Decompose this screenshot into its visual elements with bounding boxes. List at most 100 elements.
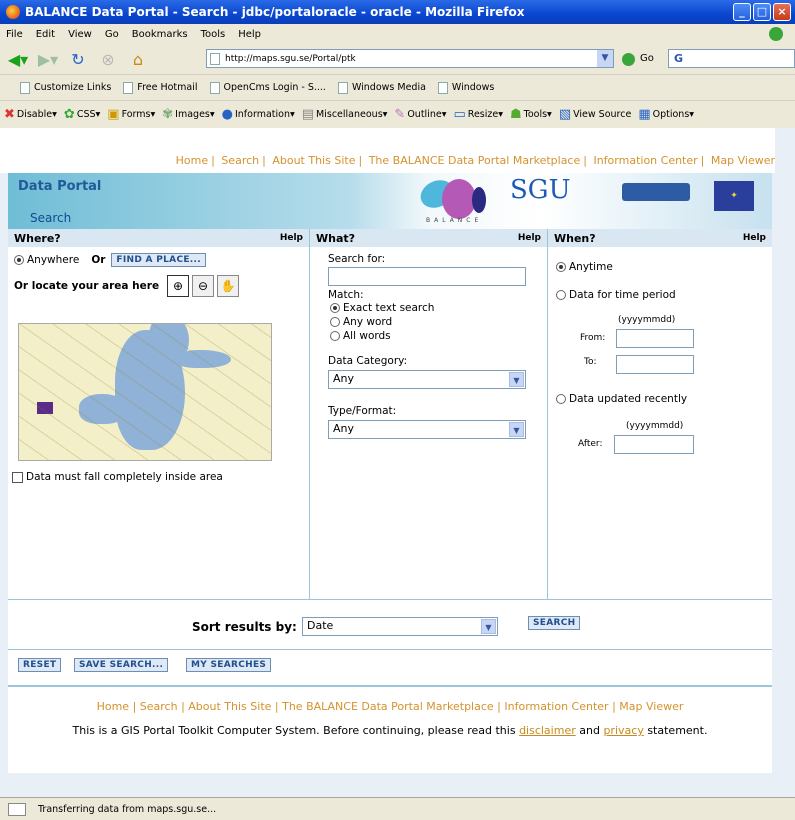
bookmark-windows-media[interactable]: Windows Media	[337, 81, 426, 94]
dev-outline[interactable]: ✎ Outline▾	[394, 107, 446, 122]
bookmark-customize-links[interactable]: Customize Links	[20, 81, 111, 94]
url-dropdown-icon[interactable]: ▼	[597, 50, 613, 67]
type-format-label: Type/Format:	[328, 405, 397, 417]
bookmark-free-hotmail[interactable]: Free Hotmail	[123, 81, 198, 94]
footer-link-home[interactable]: Home	[97, 700, 129, 713]
zoom-out-icon[interactable]: ⊖	[192, 275, 215, 297]
data-category-label: Data Category:	[328, 355, 408, 367]
menu-go[interactable]: Go	[105, 29, 119, 40]
reset-button[interactable]: RESET	[18, 658, 62, 672]
my-searches-button[interactable]: MY SEARCHES	[186, 658, 272, 672]
eu-flag-icon: ✦	[714, 181, 754, 211]
reload-icon[interactable]: ↻	[66, 48, 90, 70]
dev-options[interactable]: ▦ Options▾	[638, 107, 694, 122]
footer-link-information-center[interactable]: Information Center	[504, 700, 608, 713]
menu-file[interactable]: File	[6, 29, 23, 40]
match-all-radio[interactable]	[330, 331, 340, 341]
dev-forms[interactable]: ▣ Forms▾	[107, 107, 155, 122]
where-help-link[interactable]: Help	[280, 233, 303, 243]
footer-links: Home | Search | About This Site | The BA…	[96, 700, 684, 713]
menu-bookmarks[interactable]: Bookmarks	[132, 29, 188, 40]
area-map[interactable]	[18, 323, 272, 461]
maximize-button[interactable]: □	[753, 3, 771, 21]
anywhere-radio[interactable]	[14, 255, 24, 265]
close-button[interactable]: ×	[773, 3, 791, 21]
to-date-input[interactable]	[616, 355, 694, 374]
home-icon[interactable]: ⌂	[126, 48, 150, 70]
when-header: When? Help	[548, 229, 772, 247]
from-date-input[interactable]	[616, 329, 694, 348]
minimize-button[interactable]: _	[733, 3, 751, 21]
privacy-link[interactable]: privacy	[603, 724, 643, 737]
dev-images[interactable]: ✾ Images▾	[162, 107, 214, 122]
when-help-link[interactable]: Help	[743, 233, 766, 243]
miscellaneous-icon: ▤	[301, 107, 315, 122]
page-icon	[20, 81, 30, 94]
bookmark-opencms-login[interactable]: OpenCms Login - S....	[209, 81, 326, 94]
site-banner: Data Portal Search BALANCE SGU ✦	[8, 173, 772, 229]
url-bar[interactable]: http://maps.sgu.se/Portal/ptk ▼	[206, 49, 614, 68]
after-date-input[interactable]	[614, 435, 694, 454]
match-exact-radio[interactable]	[330, 303, 340, 313]
forms-icon: ▣	[107, 107, 120, 122]
menu-help[interactable]: Help	[238, 29, 261, 40]
balance-logo: BALANCE	[412, 175, 498, 227]
updated-recently-radio[interactable]	[556, 394, 566, 404]
web-developer-toolbar: ✖ Disable▾ ✿ CSS▾ ▣ Forms▾ ✾ Images▾ ● Inform…	[0, 100, 795, 128]
footer-link-map-viewer[interactable]: Map Viewer	[619, 700, 683, 713]
page-icon	[337, 81, 348, 94]
find-a-place-button[interactable]: FIND A PLACE...	[111, 253, 206, 267]
page-icon	[437, 81, 448, 94]
top-link-map-viewer[interactable]: Map Viewer	[711, 154, 775, 167]
top-link-information-center[interactable]: Information Center	[593, 154, 697, 167]
save-search-button[interactable]: SAVE SEARCH...	[74, 658, 169, 672]
dev-information[interactable]: ● Information▾	[222, 107, 295, 122]
what-title: What?	[316, 231, 356, 245]
stop-icon[interactable]: ⊗	[96, 48, 120, 70]
banner-title: Data Portal	[18, 179, 102, 194]
menu-edit[interactable]: Edit	[36, 29, 55, 40]
dev-tools[interactable]: ☗ Tools▾	[510, 107, 552, 122]
disable-icon: ✖	[4, 107, 15, 122]
data-category-select[interactable]: Any ▼	[328, 370, 526, 389]
anywhere-label: Anywhere	[27, 254, 80, 266]
window-title-bar: BALANCE Data Portal - Search - jdbc/port…	[0, 0, 795, 24]
top-link-marketplace[interactable]: The BALANCE Data Portal Marketplace	[369, 154, 581, 167]
or-label: Or	[91, 254, 106, 266]
search-for-input[interactable]	[328, 267, 526, 286]
sort-bar: Sort results by: Date ▼ SEARCH	[8, 599, 772, 649]
google-search-box[interactable]: G	[668, 49, 795, 68]
inside-area-checkbox[interactable]	[12, 471, 23, 483]
url-text: http://maps.sgu.se/Portal/ptk	[225, 53, 356, 64]
top-link-home[interactable]: Home	[176, 154, 208, 167]
anytime-radio[interactable]	[556, 262, 566, 272]
menu-view[interactable]: View	[68, 29, 92, 40]
top-nav-area: Home | Search | About This Site | The BALAN…	[0, 128, 775, 173]
dev-disable[interactable]: ✖ Disable▾	[4, 107, 57, 122]
back-arrow-icon[interactable]: ◀▾	[6, 48, 30, 70]
go-label[interactable]: Go	[640, 53, 654, 64]
top-link-search[interactable]: Search	[221, 154, 259, 167]
menu-tools[interactable]: Tools	[201, 29, 226, 40]
search-button[interactable]: SEARCH	[528, 616, 581, 630]
what-help-link[interactable]: Help	[518, 233, 541, 243]
footer-link-about[interactable]: About This Site	[188, 700, 271, 713]
pan-hand-icon[interactable]: ✋	[217, 275, 240, 297]
top-link-about[interactable]: About This Site	[272, 154, 355, 167]
zoom-in-icon[interactable]: ⊕	[167, 275, 190, 297]
type-format-select[interactable]: Any ▼	[328, 420, 526, 439]
go-icon[interactable]	[622, 53, 635, 66]
disclaimer-link[interactable]: disclaimer	[519, 724, 576, 737]
dev-css[interactable]: ✿ CSS▾	[64, 107, 100, 122]
sort-select[interactable]: Date ▼	[302, 617, 498, 636]
forward-arrow-icon[interactable]: ▶▾	[36, 48, 60, 70]
dev-resize[interactable]: ▭ Resize▾	[453, 107, 503, 122]
footer-link-search[interactable]: Search	[140, 700, 178, 713]
dev-view-source[interactable]: ▧ View Source	[559, 107, 632, 122]
footer-link-marketplace[interactable]: The BALANCE Data Portal Marketplace	[282, 700, 494, 713]
time-period-radio[interactable]	[556, 290, 566, 300]
bookmark-windows[interactable]: Windows	[437, 81, 494, 94]
dev-miscellaneous[interactable]: ▤ Miscellaneous▾	[302, 107, 388, 122]
match-any-radio[interactable]	[330, 317, 340, 327]
sort-label: Sort results by:	[192, 620, 297, 634]
